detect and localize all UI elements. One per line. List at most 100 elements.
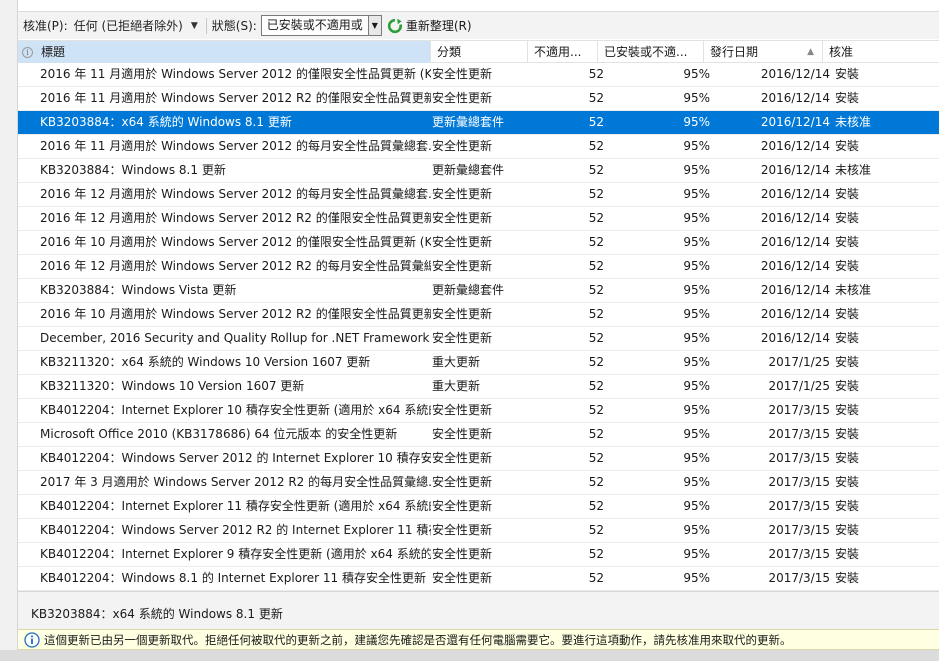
row-spacer: [18, 567, 36, 590]
update-title-cell: KB3203884：Windows 8.1 更新: [40, 163, 226, 177]
category-cell: 安全性更新: [432, 211, 493, 225]
update-title-cell: KB4012204：Internet Explorer 10 積存安全性更新 (…: [40, 403, 431, 417]
status-filter-label: 狀態(S):: [211, 19, 257, 33]
not-applicable-cell: 52: [588, 163, 604, 177]
installed-percent-cell: 95%: [683, 475, 710, 489]
row-spacer: [18, 255, 36, 278]
approval-filter-dropdown[interactable]: 任何 (已拒絕者除外): [74, 17, 183, 34]
column-header-installed[interactable]: 已安裝或不適...: [598, 41, 704, 63]
table-row[interactable]: KB4012204：Internet Explorer 10 積存安全性更新 (…: [18, 399, 939, 423]
table-row[interactable]: 2016 年 10 月適用於 Windows Server 2012 R2 的僅…: [18, 303, 939, 327]
release-date-cell: 2016/12/14: [760, 139, 830, 153]
filter-toolbar: 核准(P): 任何 (已拒絕者除外) ▼ 狀態(S): 已安裝或不適用或 ▼ 重…: [18, 11, 939, 39]
row-spacer: [18, 471, 36, 494]
update-title-cell: KB4012204：Windows 8.1 的 Internet Explore…: [40, 571, 426, 585]
table-row[interactable]: KB3211320：x64 系統的 Windows 10 Version 160…: [18, 351, 939, 375]
info-icon: [24, 631, 40, 648]
table-row[interactable]: Microsoft Office 2010 (KB3178686) 64 位元版…: [18, 423, 939, 447]
update-title-cell: KB4012204：Windows Server 2012 R2 的 Inter…: [40, 523, 431, 537]
release-date-cell: 2016/12/14: [760, 67, 830, 81]
approval-cell: 未核准: [835, 115, 872, 129]
category-cell: 更新彙總套件: [432, 115, 505, 129]
table-row[interactable]: 2016 年 12 月適用於 Windows Server 2012 的每月安全…: [18, 183, 939, 207]
release-date-cell: 2016/12/14: [760, 259, 830, 273]
update-title-cell: KB3211320：x64 系統的 Windows 10 Version 160…: [40, 355, 371, 369]
chevron-down-icon[interactable]: ▼: [367, 16, 381, 35]
release-date-cell: 2017/3/15: [768, 403, 830, 417]
installed-percent-cell: 95%: [683, 163, 710, 177]
update-title-cell: 2016 年 10 月適用於 Windows Server 2012 R2 的僅…: [40, 307, 431, 321]
release-date-cell: 2017/1/25: [768, 379, 830, 393]
info-icon: i: [22, 47, 33, 58]
table-row[interactable]: KB3203884：Windows Vista 更新 更新彙總套件 52 95% 201…: [18, 279, 939, 303]
installed-percent-cell: 95%: [683, 523, 710, 537]
not-applicable-cell: 52: [588, 307, 604, 321]
approval-cell: 安裝: [835, 307, 860, 321]
table-row[interactable]: 2016 年 12 月適用於 Windows Server 2012 R2 的僅…: [18, 207, 939, 231]
approval-cell: 安裝: [835, 427, 860, 441]
update-title-cell: KB3211320：Windows 10 Version 1607 更新: [40, 379, 305, 393]
approval-cell: 安裝: [835, 547, 860, 561]
table-row[interactable]: 2016 年 12 月適用於 Windows Server 2012 R2 的每…: [18, 255, 939, 279]
update-title-cell: 2016 年 11 月適用於 Windows Server 2012 的每月安全…: [40, 139, 431, 153]
table-body: 2016 年 11 月適用於 Windows Server 2012 的僅限安全…: [18, 63, 939, 591]
column-header-approval[interactable]: 核准: [823, 41, 939, 63]
approval-filter-label: 核准(P):: [23, 19, 68, 33]
not-applicable-cell: 52: [588, 259, 604, 273]
status-filter-value[interactable]: 已安裝或不適用或: [262, 16, 368, 35]
column-header-title[interactable]: i 標題: [18, 41, 431, 63]
status-filter-combo[interactable]: 已安裝或不適用或 ▼: [260, 15, 382, 36]
row-spacer: [18, 423, 36, 446]
update-title-cell: 2016 年 12 月適用於 Windows Server 2012 的每月安全…: [40, 187, 431, 201]
installed-percent-cell: 95%: [683, 355, 710, 369]
refresh-icon[interactable]: [387, 18, 403, 34]
category-cell: 重大更新: [432, 355, 481, 369]
release-date-cell: 2017/1/25: [768, 355, 830, 369]
table-row[interactable]: 2016 年 11 月適用於 Windows Server 2012 的僅限安全…: [18, 63, 939, 87]
release-date-cell: 2016/12/14: [760, 187, 830, 201]
release-date-cell: 2017/3/15: [768, 451, 830, 465]
table-row[interactable]: KB4012204：Windows Server 2012 R2 的 Inter…: [18, 519, 939, 543]
installed-percent-cell: 95%: [683, 211, 710, 225]
row-spacer: [18, 303, 36, 326]
category-cell: 安全性更新: [432, 331, 493, 345]
approval-cell: 安裝: [835, 499, 860, 513]
approval-cell: 安裝: [835, 523, 860, 537]
update-title-cell: 2017 年 3 月適用於 Windows Server 2012 R2 的每月…: [40, 475, 431, 489]
column-header-not-applicable[interactable]: 不適用...: [528, 41, 598, 63]
refresh-button[interactable]: 重新整理(R): [406, 17, 472, 34]
row-spacer: [18, 327, 36, 350]
table-row[interactable]: KB4012204：Windows 8.1 的 Internet Explore…: [18, 567, 939, 591]
category-cell: 安全性更新: [432, 523, 493, 537]
table-row[interactable]: 2016 年 10 月適用於 Windows Server 2012 的僅限安全…: [18, 231, 939, 255]
installed-percent-cell: 95%: [683, 235, 710, 249]
table-row[interactable]: KB4012204：Internet Explorer 11 積存安全性更新 (…: [18, 495, 939, 519]
table-row[interactable]: KB4012204：Windows Server 2012 的 Internet…: [18, 447, 939, 471]
update-title-cell: 2016 年 10 月適用於 Windows Server 2012 的僅限安全…: [40, 235, 431, 249]
column-header-title-label: 標題: [41, 45, 66, 59]
table-row[interactable]: 2016 年 11 月適用於 Windows Server 2012 R2 的僅…: [18, 87, 939, 111]
row-spacer: [18, 111, 36, 134]
table-row[interactable]: KB4012204：Internet Explorer 9 積存安全性更新 (適…: [18, 543, 939, 567]
not-applicable-cell: 52: [588, 379, 604, 393]
not-applicable-cell: 52: [588, 235, 604, 249]
table-row[interactable]: 2017 年 3 月適用於 Windows Server 2012 R2 的每月…: [18, 471, 939, 495]
table-row[interactable]: 2016 年 11 月適用於 Windows Server 2012 的每月安全…: [18, 135, 939, 159]
approval-cell: 安裝: [835, 211, 860, 225]
category-cell: 更新彙總套件: [432, 163, 505, 177]
release-date-cell: 2016/12/14: [760, 91, 830, 105]
table-row[interactable]: KB3203884：x64 系統的 Windows 8.1 更新 更新彙總套件 52…: [18, 111, 939, 135]
approval-cell: 安裝: [835, 259, 860, 273]
column-header-category[interactable]: 分類: [431, 41, 528, 63]
table-row[interactable]: December, 2016 Security and Quality Roll…: [18, 327, 939, 351]
row-spacer: [18, 159, 36, 182]
table-row[interactable]: KB3211320：Windows 10 Version 1607 更新 重大更新…: [18, 375, 939, 399]
table-row[interactable]: KB3203884：Windows 8.1 更新 更新彙總套件 52 95% 2016/…: [18, 159, 939, 183]
row-spacer: [18, 63, 36, 86]
chevron-down-icon[interactable]: ▼: [191, 21, 198, 31]
category-cell: 安全性更新: [432, 475, 493, 489]
category-cell: 安全性更新: [432, 91, 493, 105]
column-header-release-date[interactable]: 發行日期 ▲: [704, 41, 823, 63]
installed-percent-cell: 95%: [683, 259, 710, 273]
category-cell: 安全性更新: [432, 571, 493, 585]
